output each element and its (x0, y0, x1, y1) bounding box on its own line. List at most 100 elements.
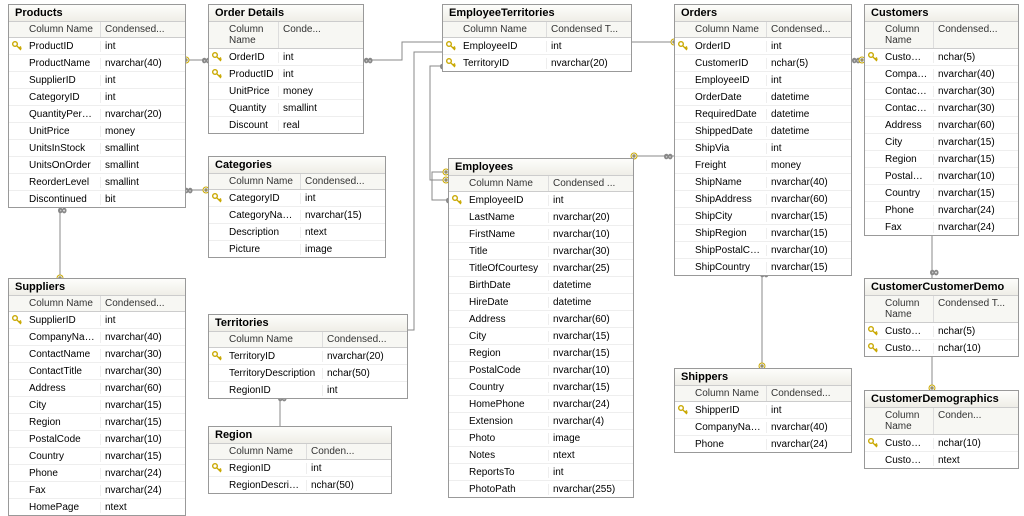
column-row[interactable]: Countrynvarchar(15) (865, 185, 1018, 202)
column-row[interactable]: ContactNamenvarchar(30) (9, 346, 185, 363)
column-row[interactable]: ShipCitynvarchar(15) (675, 208, 851, 225)
table-title[interactable]: Employees (449, 159, 633, 176)
column-row[interactable]: UnitPricemoney (209, 83, 363, 100)
column-row[interactable]: OrderIDint (209, 49, 363, 66)
column-row[interactable]: FirstNamenvarchar(10) (449, 226, 633, 243)
column-row[interactable]: CustomerIDnchar(5) (675, 55, 851, 72)
table-title[interactable]: Orders (675, 5, 851, 22)
column-row[interactable]: ShipNamenvarchar(40) (675, 174, 851, 191)
table-title[interactable]: Shippers (675, 369, 851, 386)
column-row[interactable]: CustomerDescntext (865, 452, 1018, 468)
table-order-details[interactable]: Order DetailsColumn NameConde...OrderIDi… (208, 4, 364, 134)
table-customer-demographics[interactable]: CustomerDemographicsColumn NameConden...… (864, 390, 1019, 469)
table-categories[interactable]: CategoriesColumn NameCondensed...Categor… (208, 156, 386, 258)
column-row[interactable]: UnitsInStocksmallint (9, 140, 185, 157)
column-row[interactable]: ProductNamenvarchar(40) (9, 55, 185, 72)
table-customers[interactable]: CustomersColumn NameCondensed...Customer… (864, 4, 1019, 236)
column-row[interactable]: Photoimage (449, 430, 633, 447)
column-row[interactable]: Phonenvarchar(24) (865, 202, 1018, 219)
table-title[interactable]: Products (9, 5, 185, 22)
column-row[interactable]: TerritoryDescriptionnchar(50) (209, 365, 407, 382)
column-row[interactable]: QuantityPerUnitnvarchar(20) (9, 106, 185, 123)
column-row[interactable]: RegionIDint (209, 460, 391, 477)
table-products[interactable]: ProductsColumn NameCondensed...ProductID… (8, 4, 186, 208)
column-row[interactable]: Discontinuedbit (9, 191, 185, 207)
column-row[interactable]: Countrynvarchar(15) (449, 379, 633, 396)
table-title[interactable]: Categories (209, 157, 385, 174)
column-row[interactable]: Discountreal (209, 117, 363, 133)
column-row[interactable]: CompanyNamenvarchar(40) (675, 419, 851, 436)
column-row[interactable]: ShipPostalCodenvarchar(10) (675, 242, 851, 259)
column-row[interactable]: CategoryIDint (209, 190, 385, 207)
column-row[interactable]: CompanyNamenvarchar(40) (865, 66, 1018, 83)
column-row[interactable]: Extensionnvarchar(4) (449, 413, 633, 430)
column-row[interactable]: Notesntext (449, 447, 633, 464)
column-row[interactable]: SupplierIDint (9, 312, 185, 329)
column-row[interactable]: Descriptionntext (209, 224, 385, 241)
table-title[interactable]: Territories (209, 315, 407, 332)
column-row[interactable]: ContactNamenvarchar(30) (865, 83, 1018, 100)
column-row[interactable]: Addressnvarchar(60) (865, 117, 1018, 134)
column-row[interactable]: TerritoryIDnvarchar(20) (443, 55, 631, 71)
column-row[interactable]: Titlenvarchar(30) (449, 243, 633, 260)
column-row[interactable]: ContactTitlenvarchar(30) (9, 363, 185, 380)
column-row[interactable]: ShipRegionnvarchar(15) (675, 225, 851, 242)
column-row[interactable]: EmployeeIDint (675, 72, 851, 89)
table-region[interactable]: RegionColumn NameConden...RegionIDintReg… (208, 426, 392, 494)
column-row[interactable]: Faxnvarchar(24) (9, 482, 185, 499)
column-row[interactable]: EmployeeIDint (443, 38, 631, 55)
table-shippers[interactable]: ShippersColumn NameCondensed...ShipperID… (674, 368, 852, 453)
column-row[interactable]: ShipViaint (675, 140, 851, 157)
column-row[interactable]: CustomerIDnchar(5) (865, 49, 1018, 66)
column-row[interactable]: TerritoryIDnvarchar(20) (209, 348, 407, 365)
column-row[interactable]: HomePhonenvarchar(24) (449, 396, 633, 413)
table-title[interactable]: Suppliers (9, 279, 185, 296)
column-row[interactable]: PhotoPathnvarchar(255) (449, 481, 633, 497)
column-row[interactable]: RegionIDint (209, 382, 407, 398)
column-row[interactable]: OrderIDint (675, 38, 851, 55)
column-row[interactable]: EmployeeIDint (449, 192, 633, 209)
column-row[interactable]: Regionnvarchar(15) (865, 151, 1018, 168)
table-title[interactable]: CustomerDemographics (865, 391, 1018, 408)
table-employees[interactable]: EmployeesColumn NameCondensed ...Employe… (448, 158, 634, 498)
column-row[interactable]: CategoryIDint (9, 89, 185, 106)
column-row[interactable]: ProductIDint (9, 38, 185, 55)
column-row[interactable]: PostalCodenvarchar(10) (9, 431, 185, 448)
column-row[interactable]: Phonenvarchar(24) (675, 436, 851, 452)
column-row[interactable]: Citynvarchar(15) (865, 134, 1018, 151)
column-row[interactable]: Faxnvarchar(24) (865, 219, 1018, 235)
column-row[interactable]: CompanyNamenvarchar(40) (9, 329, 185, 346)
table-territories[interactable]: TerritoriesColumn NameCondensed...Territ… (208, 314, 408, 399)
column-row[interactable]: PostalCodenvarchar(10) (449, 362, 633, 379)
column-row[interactable]: TitleOfCourtesynvarchar(25) (449, 260, 633, 277)
column-row[interactable]: UnitsOnOrdersmallint (9, 157, 185, 174)
column-row[interactable]: ReorderLevelsmallint (9, 174, 185, 191)
column-row[interactable]: SupplierIDint (9, 72, 185, 89)
column-row[interactable]: LastNamenvarchar(20) (449, 209, 633, 226)
column-row[interactable]: UnitPricemoney (9, 123, 185, 140)
column-row[interactable]: Quantitysmallint (209, 100, 363, 117)
column-row[interactable]: Addressnvarchar(60) (449, 311, 633, 328)
column-row[interactable]: ReportsToint (449, 464, 633, 481)
table-customer-customer-demo[interactable]: CustomerCustomerDemoColumn NameCondensed… (864, 278, 1019, 357)
table-title[interactable]: Region (209, 427, 391, 444)
column-row[interactable]: Addressnvarchar(60) (9, 380, 185, 397)
column-row[interactable]: Regionnvarchar(15) (9, 414, 185, 431)
column-row[interactable]: CustomerTypeIDnchar(10) (865, 435, 1018, 452)
column-row[interactable]: Customer...nchar(10) (865, 340, 1018, 356)
column-row[interactable]: Regionnvarchar(15) (449, 345, 633, 362)
column-row[interactable]: ShipCountrynvarchar(15) (675, 259, 851, 275)
column-row[interactable]: ShipAddressnvarchar(60) (675, 191, 851, 208)
column-row[interactable]: Countrynvarchar(15) (9, 448, 185, 465)
table-employee-territories[interactable]: EmployeeTerritoriesColumn NameCondensed … (442, 4, 632, 72)
table-title[interactable]: Customers (865, 5, 1018, 22)
column-row[interactable]: OrderDatedatetime (675, 89, 851, 106)
column-row[interactable]: ShipperIDint (675, 402, 851, 419)
table-title[interactable]: Order Details (209, 5, 363, 22)
column-row[interactable]: RequiredDatedatetime (675, 106, 851, 123)
table-title[interactable]: EmployeeTerritories (443, 5, 631, 22)
table-orders[interactable]: OrdersColumn NameCondensed...OrderIDintC… (674, 4, 852, 276)
column-row[interactable]: ContactTitlenvarchar(30) (865, 100, 1018, 117)
column-row[interactable]: ShippedDatedatetime (675, 123, 851, 140)
column-row[interactable]: RegionDescriptionnchar(50) (209, 477, 391, 493)
